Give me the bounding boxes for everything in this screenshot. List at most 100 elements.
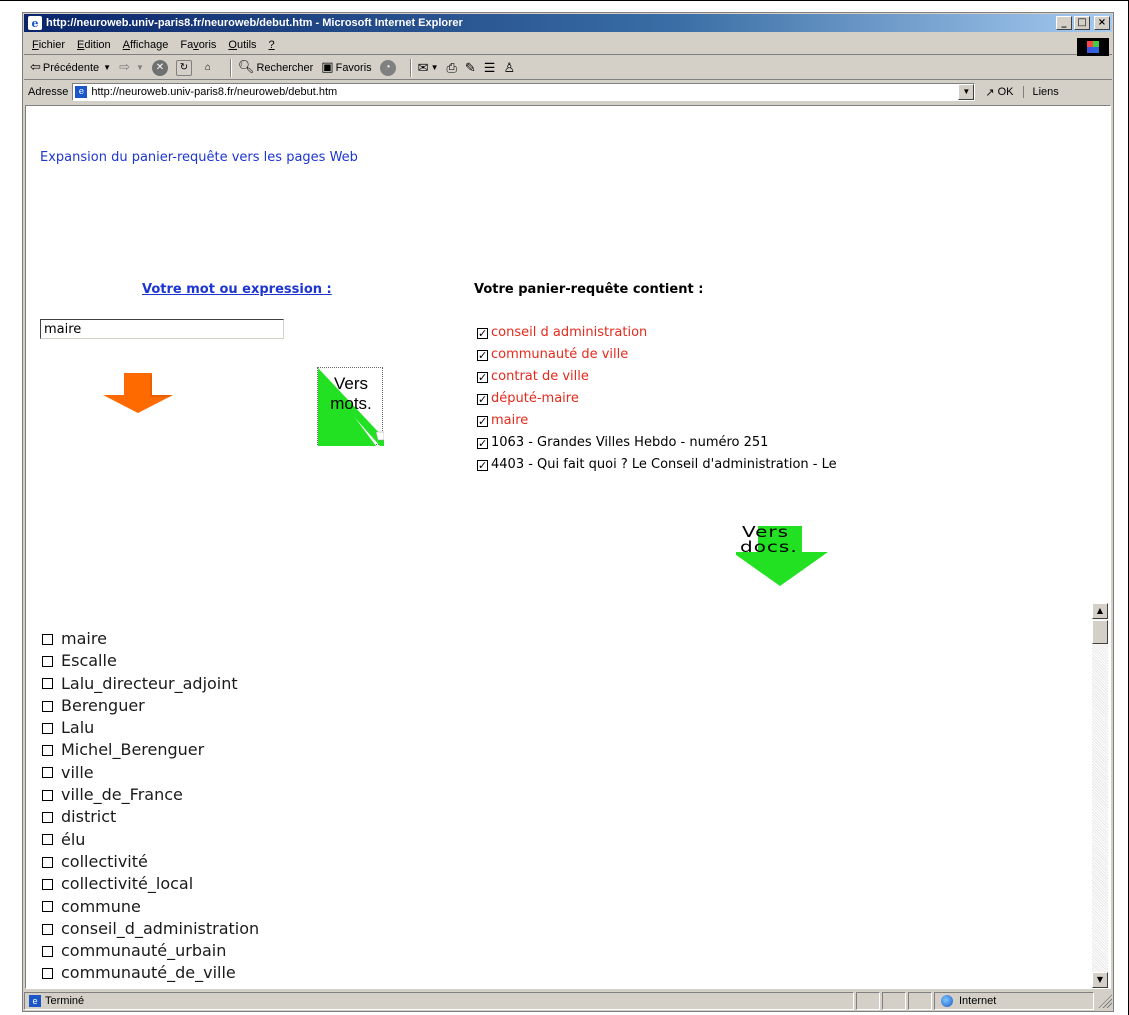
windows-logo-icon xyxy=(1077,38,1109,56)
window-title: http://neuroweb.univ-paris8.fr/neuroweb/… xyxy=(46,17,463,29)
word-checkbox[interactable] xyxy=(42,678,53,690)
address-bar: Adresse e http://neuroweb.univ-paris8.fr… xyxy=(24,81,1112,103)
go-button[interactable]: ↗ OK xyxy=(985,86,1013,99)
word-list-item: Lalu_directeur_adjoint xyxy=(42,673,259,695)
word-input[interactable] xyxy=(40,319,284,339)
chevron-down-icon[interactable]: ▼ xyxy=(958,84,975,100)
basket-checkbox[interactable]: ✓ xyxy=(477,327,488,339)
print-icon[interactable]: ⎙ xyxy=(446,60,456,76)
maximize-button[interactable]: □ xyxy=(1074,16,1090,30)
word-checkbox[interactable] xyxy=(42,745,53,757)
menu-item[interactable]: Fichier xyxy=(32,39,65,51)
word-checkbox[interactable] xyxy=(42,923,53,935)
menu-item[interactable]: Affichage xyxy=(123,39,169,51)
address-url: http://neuroweb.univ-paris8.fr/neuroweb/… xyxy=(91,86,338,98)
word-checkbox[interactable] xyxy=(42,901,53,913)
vers-mots-button[interactable]: Vers mots. xyxy=(317,367,384,446)
search-button[interactable]: 🔍︎ Rechercher xyxy=(238,60,313,75)
word-label: Lalu xyxy=(61,718,95,738)
word-checkbox[interactable] xyxy=(42,655,53,667)
security-zone: Internet xyxy=(934,992,1094,1010)
resize-grip-icon[interactable] xyxy=(1098,994,1112,1008)
back-label: Précédente xyxy=(42,61,100,74)
word-list-item: communauté_urbain xyxy=(42,940,259,962)
word-checkbox[interactable] xyxy=(42,789,53,801)
links-button[interactable]: Liens xyxy=(1023,86,1059,98)
basket-checkbox[interactable]: ✓ xyxy=(477,459,488,471)
vertical-scrollbar[interactable]: ▲ ▼ xyxy=(1092,603,1108,988)
word-list-item: district xyxy=(42,806,259,828)
word-list-item: Berenguer xyxy=(42,695,259,717)
zone-label: Internet xyxy=(959,995,997,1007)
word-list-item: collectivité xyxy=(42,851,259,873)
word-label: Lalu_directeur_adjoint xyxy=(61,673,238,693)
menu-bar: Fichier Edition Affichage Favoris Outils? xyxy=(24,35,1112,55)
basket-item: ✓ contrat de ville xyxy=(477,366,837,388)
status-cell xyxy=(908,992,932,1010)
word-list-item: Sénat xyxy=(42,985,259,988)
basket-item-label: député-maire xyxy=(491,391,579,406)
word-label: communauté_de_ville xyxy=(61,963,236,983)
status-bar: e Terminé Internet xyxy=(24,991,1112,1011)
word-checkbox[interactable] xyxy=(42,878,53,890)
forward-button[interactable]: ⇨ ▼ xyxy=(119,60,144,75)
word-list-item: Escalle xyxy=(42,650,259,672)
search-label: Rechercher xyxy=(256,61,314,74)
address-input[interactable]: e http://neuroweb.univ-paris8.fr/neurowe… xyxy=(72,83,976,101)
menu-item[interactable]: Edition xyxy=(77,39,111,51)
scroll-thumb[interactable] xyxy=(1092,620,1108,644)
word-checkbox[interactable] xyxy=(42,700,53,712)
word-checkbox[interactable] xyxy=(42,812,53,824)
home-icon[interactable]: ⌂ xyxy=(199,59,216,76)
word-list-item: ville xyxy=(42,762,259,784)
orange-arrow-button[interactable] xyxy=(98,371,178,419)
basket-checkbox[interactable]: ✓ xyxy=(477,349,488,361)
scroll-down-button[interactable]: ▼ xyxy=(1092,972,1108,988)
close-button[interactable]: × xyxy=(1094,16,1110,30)
messenger-icon[interactable]: ♙ xyxy=(503,60,515,76)
basket-item: ✓ 4403 - Qui fait quoi ? Le Conseil d'adm… xyxy=(477,454,837,476)
vers-mots-line2: mots. xyxy=(330,394,372,413)
word-label-link[interactable]: Votre mot ou expression : xyxy=(142,282,332,297)
menu-item[interactable]: Outils xyxy=(228,39,256,51)
basket-item: ✓ communauté de ville xyxy=(477,344,837,366)
basket-checkbox[interactable]: ✓ xyxy=(477,371,488,383)
back-button[interactable]: ⇦ Précédente ▼ xyxy=(30,60,111,75)
refresh-icon[interactable]: ↻ xyxy=(175,59,192,76)
discuss-icon[interactable]: ☰ xyxy=(484,60,496,76)
chevron-down-icon[interactable]: ▼ xyxy=(103,63,111,72)
menu-item[interactable]: ? xyxy=(269,39,275,51)
word-label: ville xyxy=(61,762,94,782)
stop-icon[interactable]: ✕ xyxy=(151,59,168,76)
word-checkbox[interactable] xyxy=(42,722,53,734)
menu-item[interactable]: Favoris xyxy=(180,39,216,51)
basket-checkbox[interactable]: ✓ xyxy=(477,393,488,405)
page-icon: e xyxy=(75,86,88,98)
scroll-up-button[interactable]: ▲ xyxy=(1092,603,1108,619)
word-checkbox[interactable] xyxy=(42,968,53,980)
word-list-item: Michel_Berenguer xyxy=(42,739,259,761)
word-list-item: Lalu xyxy=(42,717,259,739)
favorites-button[interactable]: ▣ Favoris xyxy=(321,60,371,75)
word-checkbox[interactable] xyxy=(42,767,53,779)
minimize-button[interactable]: _ xyxy=(1056,16,1072,30)
history-icon[interactable]: ◔ xyxy=(379,59,396,76)
word-checkbox[interactable] xyxy=(42,834,53,846)
word-checkbox[interactable] xyxy=(42,633,53,645)
globe-icon xyxy=(941,995,953,1007)
word-list-item: communauté_de_ville xyxy=(42,962,259,984)
vers-docs-button[interactable]: Vers docs. xyxy=(736,524,872,588)
status-text-panel: e Terminé xyxy=(24,992,854,1010)
word-label: Michel_Berenguer xyxy=(61,740,205,760)
word-checkbox[interactable] xyxy=(42,945,53,957)
basket-checkbox[interactable]: ✓ xyxy=(477,437,488,449)
word-checkbox[interactable] xyxy=(42,856,53,868)
mail-icon[interactable]: ✉ xyxy=(418,60,429,76)
chevron-down-icon[interactable]: ▼ xyxy=(136,63,144,72)
basket-checkbox[interactable]: ✓ xyxy=(477,415,488,427)
basket-item-label: communauté de ville xyxy=(491,347,629,362)
edit-icon[interactable]: ✎ xyxy=(465,60,476,76)
toolbar: ⇦ Précédente ▼ ⇨ ▼ ✕ ↻ ⌂ 🔍︎ Rechercher ▣… xyxy=(24,56,1112,80)
word-list-item: commune xyxy=(42,896,259,918)
chevron-down-icon[interactable]: ▼ xyxy=(431,63,439,72)
